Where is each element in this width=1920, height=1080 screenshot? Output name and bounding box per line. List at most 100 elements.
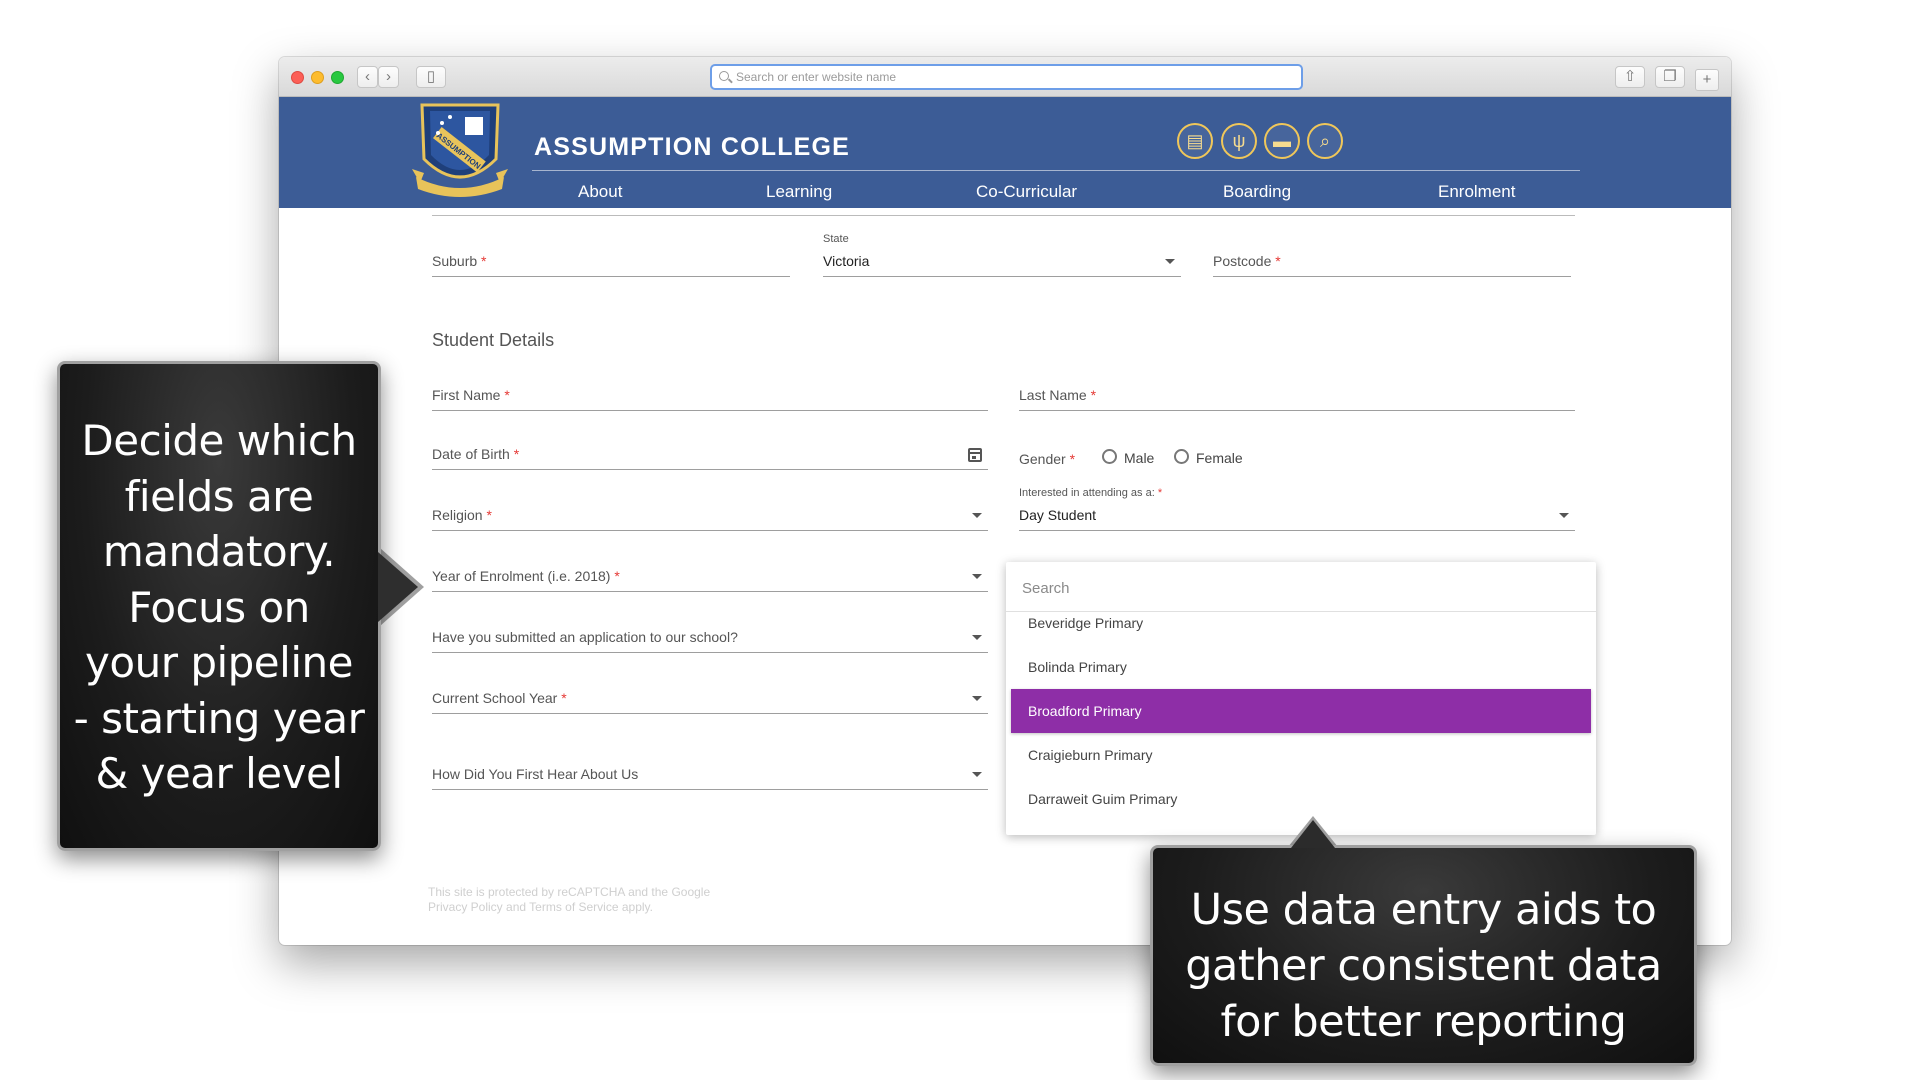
current-school-year-select[interactable]: Current School Year *: [432, 678, 988, 714]
last-name-field[interactable]: Last Name *: [1019, 375, 1575, 411]
required-mark: *: [561, 690, 567, 706]
search-icon: [719, 71, 729, 81]
callout-pointer: [378, 552, 418, 622]
suburb-label-text: Suburb: [432, 253, 478, 269]
required-mark: *: [614, 568, 620, 584]
first-name-label-text: First Name: [432, 387, 501, 403]
gender-label-text: Gender: [1019, 451, 1066, 467]
required-mark: *: [481, 253, 487, 269]
chevron-down-icon: [972, 574, 982, 579]
chevron-down-icon: [972, 635, 982, 640]
date-of-birth-label-text: Date of Birth: [432, 446, 510, 462]
postcode-label-text: Postcode: [1213, 253, 1272, 269]
school-crest-logo[interactable]: ASSUMPTION: [410, 99, 510, 201]
new-tab-button[interactable]: +: [1695, 69, 1719, 91]
field-underline: [432, 469, 988, 470]
chevron-down-icon: [1559, 513, 1569, 518]
dropdown-option[interactable]: Craigieburn Primary: [1011, 733, 1591, 777]
gender-male-radio[interactable]: [1102, 449, 1117, 464]
postcode-label: Postcode *: [1213, 253, 1281, 269]
calendar-icon[interactable]: [968, 448, 982, 462]
field-underline: [1019, 410, 1575, 411]
first-name-label: First Name *: [432, 387, 510, 403]
how-did-you-hear-select[interactable]: How Did You First Hear About Us: [432, 754, 988, 790]
address-bar[interactable]: Search or enter website name: [710, 64, 1303, 90]
gender-male-label[interactable]: Male: [1124, 450, 1154, 466]
dropdown-option[interactable]: Beveridge Primary: [1011, 601, 1591, 645]
forward-button[interactable]: ›: [378, 66, 399, 88]
callout-line: & year level: [95, 749, 343, 798]
required-mark: *: [1157, 487, 1163, 499]
how-did-you-hear-label: How Did You First Hear About Us: [432, 766, 639, 782]
zoom-window-button[interactable]: [331, 71, 344, 84]
year-of-enrolment-select[interactable]: Year of Enrolment (i.e. 2018) *: [432, 556, 988, 592]
header-divider: [532, 170, 1580, 171]
recaptcha-notice: This site is protected by reCAPTCHA and …: [428, 885, 711, 914]
address-bar-placeholder: Search or enter website name: [736, 70, 897, 84]
current-school-year-label-text: Current School Year: [432, 690, 558, 706]
nav-co-curricular[interactable]: Co-Curricular: [976, 182, 1077, 202]
tabs-overview-button[interactable]: ❐: [1655, 66, 1685, 88]
attending-as-value: Day Student: [1019, 507, 1097, 523]
state-select[interactable]: State Victoria: [823, 233, 1181, 277]
browser-toolbar: ‹ › ▯ Search or enter website name ⇧ ❐ +: [279, 57, 1731, 97]
school-dropdown-menu[interactable]: Search Beveridge Primary Bolinda Primary…: [1006, 562, 1596, 835]
callout-data-entry-aids: Use data entry aids to gather consistent…: [1150, 845, 1697, 1066]
field-underline: [432, 276, 790, 277]
minimize-window-button[interactable]: [311, 71, 324, 84]
dropdown-option[interactable]: Bolinda Primary: [1011, 645, 1591, 689]
back-button[interactable]: ‹: [357, 66, 378, 88]
address-line-divider: [432, 215, 1575, 216]
nav-enrolment[interactable]: Enrolment: [1438, 182, 1515, 202]
state-value: Victoria: [823, 253, 870, 269]
close-window-button[interactable]: [291, 71, 304, 84]
date-of-birth-label: Date of Birth *: [432, 446, 519, 462]
sidebar-toggle-button[interactable]: ▯: [416, 66, 446, 88]
card-icon[interactable]: ▬: [1264, 123, 1300, 159]
gender-female-label[interactable]: Female: [1196, 450, 1243, 466]
gender-female-radio[interactable]: [1174, 449, 1189, 464]
field-underline: [432, 713, 988, 714]
cutlery-icon[interactable]: ψ: [1221, 123, 1257, 159]
suburb-field[interactable]: Suburb *: [432, 241, 790, 277]
religion-label-text: Religion: [432, 507, 483, 523]
field-underline: [823, 276, 1181, 277]
dropdown-option-selected[interactable]: Broadford Primary: [1011, 689, 1591, 733]
share-button[interactable]: ⇧: [1615, 66, 1645, 88]
dropdown-option[interactable]: Darraweit Guim Primary: [1011, 777, 1591, 821]
nav-learning[interactable]: Learning: [766, 182, 832, 202]
required-mark: *: [513, 446, 520, 462]
date-of-birth-field[interactable]: Date of Birth *: [432, 434, 988, 470]
last-name-label: Last Name *: [1019, 387, 1096, 403]
required-mark: *: [1275, 253, 1281, 269]
callout-mandatory-fields: Decide which fields are mandatory. Focus…: [57, 361, 381, 851]
state-label: State: [823, 233, 849, 245]
application-submitted-label: Have you submitted an application to our…: [432, 629, 738, 645]
religion-select[interactable]: Religion *: [432, 495, 988, 531]
nav-about[interactable]: About: [578, 182, 622, 202]
religion-label: Religion *: [432, 507, 492, 523]
search-icon[interactable]: ⌕: [1307, 123, 1343, 159]
callout-line: gather consistent data: [1185, 941, 1662, 991]
dropdown-search-placeholder: Search: [1022, 580, 1070, 597]
postcode-field[interactable]: Postcode *: [1213, 241, 1571, 277]
field-underline: [432, 652, 988, 653]
callout-line: Focus on: [128, 582, 310, 632]
suburb-label: Suburb *: [432, 253, 487, 269]
field-underline: [432, 789, 988, 790]
callout-line: for better reporting: [1220, 997, 1627, 1047]
site-header: ASSUMPTION ASSUMPTION COLLEGE ▤ ψ ▬ ⌕ Ab…: [279, 97, 1731, 208]
attending-as-select[interactable]: Interested in attending as a: * Day Stud…: [1019, 487, 1575, 531]
application-submitted-select[interactable]: Have you submitted an application to our…: [432, 617, 988, 653]
school-name[interactable]: ASSUMPTION COLLEGE: [534, 133, 850, 162]
required-mark: *: [1090, 387, 1097, 403]
callout-line: Use data entry aids to: [1190, 885, 1657, 935]
callout-line: your pipeline: [85, 638, 353, 687]
chevron-down-icon: [972, 772, 982, 777]
last-name-label-text: Last Name: [1019, 387, 1087, 403]
document-icon[interactable]: ▤: [1177, 123, 1213, 159]
year-of-enrolment-label-text: Year of Enrolment (i.e. 2018): [432, 568, 611, 584]
browser-window: ‹ › ▯ Search or enter website name ⇧ ❐ +…: [279, 57, 1731, 945]
nav-boarding[interactable]: Boarding: [1223, 182, 1291, 202]
first-name-field[interactable]: First Name *: [432, 375, 988, 411]
